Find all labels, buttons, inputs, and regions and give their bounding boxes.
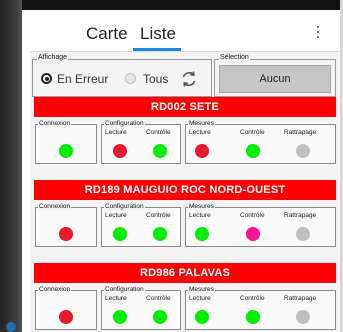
mesures-lecture-label: Lecture [189,129,211,136]
status-bar [22,0,340,10]
radio-en-erreur[interactable] [41,73,52,84]
config-lecture-label: Lecture [105,295,127,302]
config-controle-label: Contrôle [146,295,171,302]
mesures-controle-label: Contrôle [240,295,265,302]
refresh-icon[interactable] [179,69,199,89]
configuration-group: Configuration Lecture Contrôle [101,286,181,330]
station-name[interactable]: RD189 MAUGUIO ROC NORD-OUEST [34,180,336,200]
more-vert-icon[interactable] [311,24,325,40]
config-lecture-dot [113,227,127,241]
radio-en-erreur-label[interactable]: En Erreur [57,72,108,86]
connexion-group: Connexion [35,286,97,330]
tab-bar: Carte Liste [30,10,340,52]
station-card[interactable]: RD986 PALAVAS Connexion Configuration Le… [34,263,336,332]
tab-carte[interactable]: Carte [86,24,128,44]
mesures-lecture-label: Lecture [189,212,211,219]
selection-legend: Sélection [219,54,250,61]
radio-tous[interactable] [125,73,136,84]
selection-group: Sélection Aucun [214,54,336,97]
connexion-group: Connexion [35,120,97,164]
configuration-legend: Configuration [104,203,145,211]
station-card[interactable]: RD002 SETE Connexion Configuration Lectu… [34,97,336,169]
connexion-group: Connexion [35,203,97,247]
mesures-group: Mesures Lecture Contrôle Rattrapage [185,286,336,330]
connexion-status-dot [59,310,73,324]
mesures-legend: Mesures [188,203,215,211]
config-lecture-label: Lecture [105,212,127,219]
connexion-legend: Connexion [38,203,72,211]
connexion-status-dot [59,227,73,241]
configuration-group: Configuration Lecture Contrôle [101,120,181,164]
mesures-controle-label: Contrôle [240,212,265,219]
mesures-rattrapage-dot [296,227,310,241]
app-screen: Carte Liste Affichage En Erreur Tous Sél… [30,10,340,332]
mesures-lecture-dot [195,144,209,158]
active-tab-indicator [133,48,181,51]
configuration-legend: Configuration [104,286,145,294]
affichage-group: Affichage En Erreur Tous [32,54,212,97]
device-logo [6,322,16,332]
station-card[interactable]: RD189 MAUGUIO ROC NORD-OUEST Connexion C… [34,180,336,252]
mesures-rattrapage-dot [296,144,310,158]
station-name[interactable]: RD002 SETE [34,97,336,117]
device-bezel [0,0,22,332]
config-lecture-dot [113,310,127,324]
mesures-legend: Mesures [188,286,215,294]
connexion-legend: Connexion [38,286,72,294]
config-controle-dot [153,227,167,241]
connexion-legend: Connexion [38,120,72,128]
mesures-rattrapage-label: Rattrapage [284,295,317,302]
configuration-group: Configuration Lecture Contrôle [101,203,181,247]
config-controle-label: Contrôle [146,129,171,136]
config-controle-dot [153,310,167,324]
mesures-lecture-label: Lecture [189,295,211,302]
mesures-controle-label: Contrôle [240,129,265,136]
mesures-rattrapage-dot [296,310,310,324]
mesures-controle-dot [246,144,260,158]
affichage-legend: Affichage [37,54,69,61]
mesures-controle-dot [246,310,260,324]
mesures-controle-dot [246,227,260,241]
config-controle-label: Contrôle [146,212,171,219]
station-name[interactable]: RD986 PALAVAS [34,263,336,283]
mesures-legend: Mesures [188,120,215,128]
mesures-rattrapage-label: Rattrapage [284,129,317,136]
mesures-lecture-dot [195,310,209,324]
config-lecture-dot [113,144,127,158]
configuration-legend: Configuration [104,120,145,128]
mesures-group: Mesures Lecture Contrôle Rattrapage [185,120,336,164]
tab-liste[interactable]: Liste [140,24,176,44]
aucun-button[interactable]: Aucun [219,65,331,93]
connexion-status-dot [59,144,73,158]
config-controle-dot [153,144,167,158]
config-lecture-label: Lecture [105,129,127,136]
mesures-group: Mesures Lecture Contrôle Rattrapage [185,203,336,247]
mesures-lecture-dot [195,227,209,241]
mesures-rattrapage-label: Rattrapage [284,212,317,219]
radio-tous-label[interactable]: Tous [143,72,168,86]
